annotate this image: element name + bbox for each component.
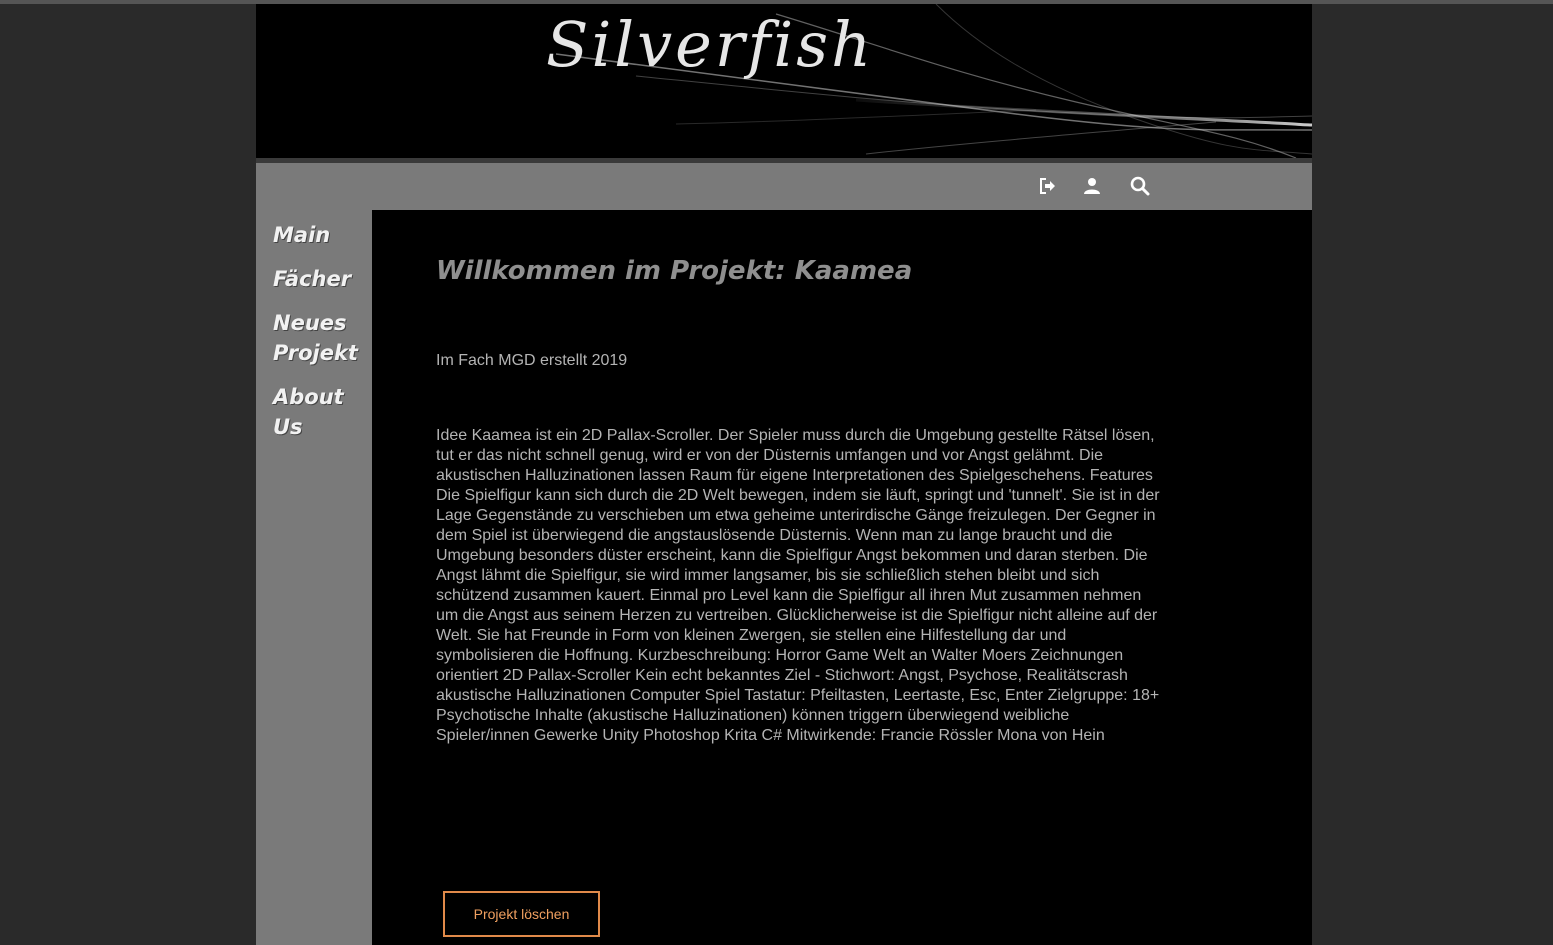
page-title: Willkommen im Projekt: Kaamea	[436, 256, 913, 286]
sidebar-item-faecher[interactable]: Fächer	[273, 264, 369, 294]
sign-out-icon[interactable]	[1037, 175, 1059, 197]
search-icon[interactable]	[1129, 175, 1151, 197]
sidebar-nav: Main Fächer Neues Projekt About Us	[256, 210, 372, 945]
sidebar-item-neues-projekt[interactable]: Neues Projekt	[273, 308, 369, 368]
project-description: Idee Kaamea ist ein 2D Pallax-Scroller. …	[436, 427, 1160, 744]
main-content: Willkommen im Projekt: Kaamea Im Fach MG…	[372, 210, 1312, 945]
site-title[interactable]: Silverfish	[546, 8, 874, 81]
delete-project-button[interactable]: Projekt löschen	[443, 891, 600, 937]
toolbar	[256, 163, 1312, 210]
sidebar-item-main[interactable]: Main	[273, 220, 369, 250]
subject-line: Im Fach MGD erstellt 2019	[436, 352, 628, 369]
user-icon[interactable]	[1081, 175, 1103, 197]
header-banner: Silverfish	[256, 4, 1312, 158]
sidebar-item-about-us[interactable]: About Us	[273, 382, 369, 442]
page-wrapper: Silverfish Main Fächer Neues Projekt Abo…	[256, 4, 1312, 945]
